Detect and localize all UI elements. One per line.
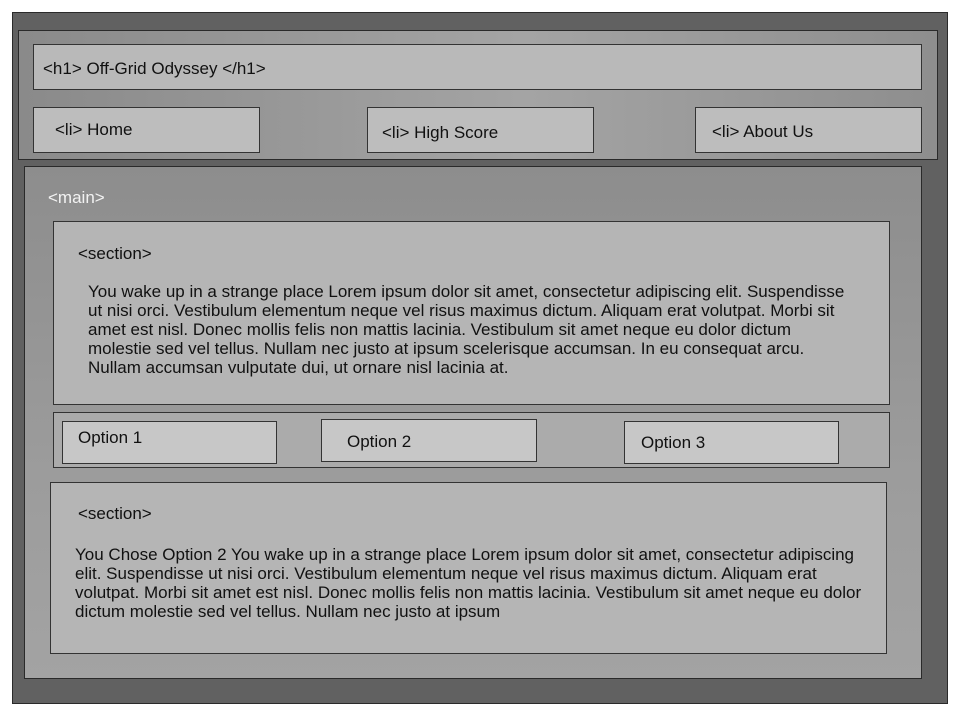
result-text: You Chose Option 2 You wake up in a stra… [75, 545, 862, 621]
page-title: <h1> Off-Grid Odyssey </h1> [33, 44, 922, 90]
option-2-button[interactable]: Option 2 [321, 419, 537, 462]
nav-item-about-us[interactable]: <li> About Us [695, 107, 922, 153]
story-section: <section> You wake up in a strange place… [53, 221, 890, 405]
option-3-button[interactable]: Option 3 [624, 421, 839, 464]
story-text: You wake up in a strange place Lorem ips… [88, 282, 845, 377]
main-label: <main> [48, 188, 105, 207]
option-1-button[interactable]: Option 1 [62, 421, 277, 464]
section-label: <section> [78, 504, 152, 523]
nav-item-high-score[interactable]: <li> High Score [367, 107, 594, 153]
section-label: <section> [78, 244, 152, 263]
result-section: <section> You Chose Option 2 You wake up… [50, 482, 887, 654]
nav-item-home[interactable]: <li> Home [33, 107, 260, 153]
